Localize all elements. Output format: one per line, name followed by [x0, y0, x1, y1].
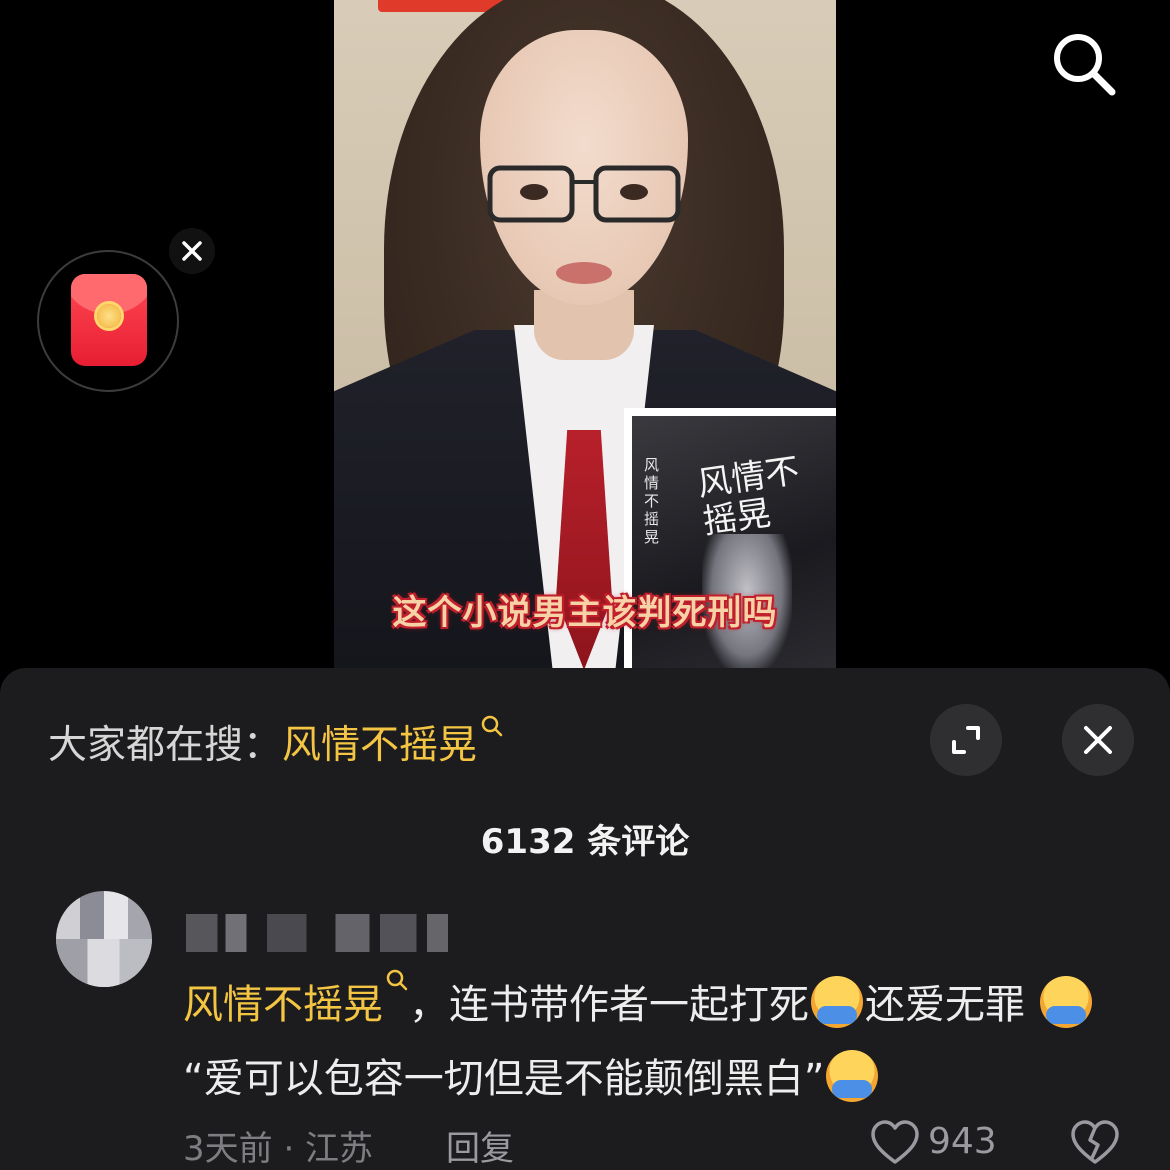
- comment-text-2: 还爱无罪: [865, 982, 1025, 1028]
- username-pixelated[interactable]: [186, 914, 448, 952]
- hot-search-prefix: 大家都在搜：: [48, 723, 283, 768]
- video-subtitle: 这个小说男主该判死刑吗: [392, 593, 778, 633]
- broken-heart-icon[interactable]: [1070, 1120, 1120, 1166]
- hug-emoji-icon: [811, 976, 863, 1028]
- hot-search-keyword[interactable]: 风情不摇晃: [282, 715, 504, 768]
- keyword-search-icon: [386, 969, 408, 991]
- video-player[interactable]: 风情不摇晃 风情不摇晃 这个小说男主该判死刑吗: [334, 0, 836, 668]
- hot-search-bar: 大家都在搜：风情不摇晃: [48, 714, 504, 770]
- heart-icon[interactable]: [870, 1120, 920, 1166]
- red-packet-button[interactable]: [37, 250, 179, 392]
- expand-button[interactable]: [930, 704, 1002, 776]
- comment-keyword-link[interactable]: 风情不摇晃: [183, 969, 409, 1028]
- hug-emoji-icon: [1039, 976, 1092, 1028]
- glasses: [487, 165, 681, 223]
- comment-count: 6132 条评论: [480, 822, 690, 862]
- comment-body: 风情不摇晃 ，连书带作者一起打死 还爱无罪 “爱可以包容一切但是不能颠倒黑白”: [183, 968, 1133, 1116]
- avatar[interactable]: [56, 891, 152, 987]
- comment-text-3: “爱可以包容一切但是不能颠倒黑白”: [183, 1056, 825, 1102]
- comment-meta: 3天前 · 江苏: [183, 1129, 374, 1169]
- red-packet-icon: [71, 274, 147, 366]
- comment-text-1: ，连书带作者一起打死: [409, 982, 809, 1028]
- close-icon[interactable]: [169, 228, 215, 274]
- search-icon[interactable]: [1048, 28, 1120, 100]
- presenter-lips: [556, 262, 612, 284]
- hug-emoji-icon: [826, 1050, 879, 1102]
- like-count: 943: [928, 1121, 997, 1162]
- comment-sheet: 大家都在搜：风情不摇晃 6132 条评论 风情不摇晃 ，连书带作者一起打死 还爱无罪…: [0, 668, 1170, 1170]
- keyword-search-icon: [481, 715, 503, 737]
- close-sheet-button[interactable]: [1062, 704, 1134, 776]
- book-title: 风情不摇晃: [695, 450, 802, 543]
- book-spine-title: 风情不摇晃: [644, 456, 660, 546]
- reply-button[interactable]: 回复: [446, 1121, 514, 1170]
